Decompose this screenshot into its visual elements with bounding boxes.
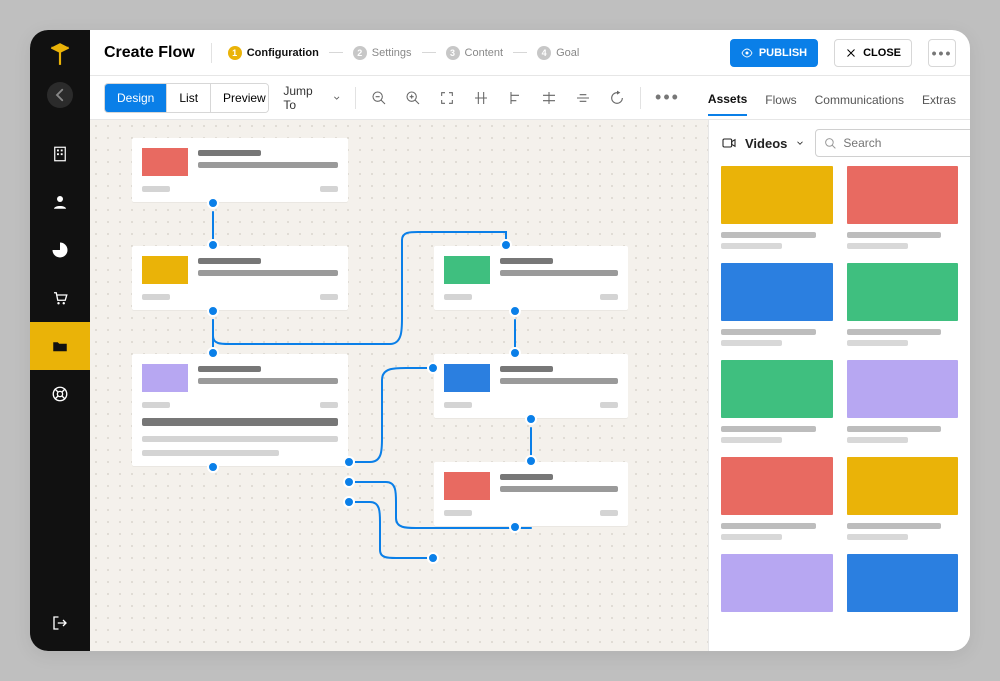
assets-panel: Videos (708, 120, 970, 651)
node-port[interactable] (427, 552, 439, 564)
align-vertical-icon[interactable] (540, 89, 558, 107)
node-port[interactable] (207, 239, 219, 251)
page-title: Create Flow (104, 44, 195, 62)
logout-button[interactable] (30, 595, 90, 651)
more-button[interactable]: ••• (928, 39, 956, 67)
sidebar-item-analytics[interactable] (30, 226, 90, 274)
node-port[interactable] (509, 521, 521, 533)
app-logo (30, 30, 90, 78)
align-center-icon[interactable] (574, 89, 592, 107)
node-thumbnail (142, 148, 188, 176)
tab-assets[interactable]: Assets (708, 92, 747, 116)
search-input[interactable] (843, 136, 970, 150)
asset-card[interactable] (721, 360, 833, 443)
left-sidebar (30, 30, 90, 651)
node-port[interactable] (343, 456, 355, 468)
step-settings[interactable]: 2Settings (353, 46, 412, 60)
collapse-sidebar-button[interactable] (47, 82, 73, 108)
node-thumbnail (142, 256, 188, 284)
node-thumbnail (142, 364, 188, 392)
undo-icon[interactable] (608, 89, 626, 107)
asset-card[interactable] (847, 263, 959, 346)
right-panel-tabs: Assets Flows Communications Extras (708, 92, 956, 104)
flow-node[interactable] (434, 354, 628, 418)
page-header: Create Flow 1Configuration 2Settings 3Co… (90, 30, 970, 76)
asset-card[interactable] (847, 360, 959, 443)
flow-node[interactable] (132, 354, 348, 466)
flow-node[interactable] (132, 246, 348, 310)
asset-card[interactable] (847, 554, 959, 620)
fullscreen-icon[interactable] (438, 89, 456, 107)
asset-card[interactable] (721, 457, 833, 540)
jump-to-dropdown[interactable]: Jump To (283, 84, 341, 112)
flow-node[interactable] (434, 462, 628, 526)
node-port[interactable] (509, 305, 521, 317)
sidebar-item-cart[interactable] (30, 274, 90, 322)
sidebar-item-folder[interactable] (30, 322, 90, 370)
tab-extras[interactable]: Extras (922, 93, 956, 115)
sidebar-item-user[interactable] (30, 178, 90, 226)
asset-type-dropdown[interactable]: Videos (721, 135, 805, 151)
video-icon (721, 135, 737, 151)
sidebar-item-company[interactable] (30, 130, 90, 178)
node-port[interactable] (207, 347, 219, 359)
stepper: 1Configuration 2Settings 3Content 4Goal (228, 46, 580, 60)
node-port[interactable] (207, 305, 219, 317)
node-port[interactable] (343, 476, 355, 488)
node-port[interactable] (509, 347, 521, 359)
publish-button[interactable]: PUBLISH (730, 39, 818, 67)
node-port[interactable] (525, 455, 537, 467)
node-port[interactable] (427, 362, 439, 374)
asset-card[interactable] (721, 263, 833, 346)
align-horizontal-icon[interactable] (472, 89, 490, 107)
search-icon (824, 137, 837, 150)
asset-card[interactable] (847, 457, 959, 540)
node-port[interactable] (343, 496, 355, 508)
asset-card[interactable] (721, 166, 833, 249)
node-thumbnail (444, 364, 490, 392)
node-port[interactable] (207, 197, 219, 209)
asset-card[interactable] (847, 166, 959, 249)
step-content[interactable]: 3Content (446, 46, 504, 60)
view-design-button[interactable]: Design (105, 84, 167, 112)
chevron-down-icon (795, 138, 805, 148)
view-preview-button[interactable]: Preview (211, 84, 269, 112)
flow-canvas[interactable] (90, 120, 708, 651)
step-configuration[interactable]: 1Configuration (228, 46, 319, 60)
zoom-out-icon[interactable] (370, 89, 388, 107)
step-goal[interactable]: 4Goal (537, 46, 579, 60)
align-left-icon[interactable] (506, 89, 524, 107)
tab-communications[interactable]: Communications (815, 93, 904, 115)
asset-card[interactable] (721, 554, 833, 620)
flow-node[interactable] (132, 138, 348, 202)
toolbar: Design List Preview Jump To ••• Assets (90, 76, 970, 120)
view-list-button[interactable]: List (167, 84, 211, 112)
node-thumbnail (444, 256, 490, 284)
view-switcher: Design List Preview (104, 83, 269, 113)
node-port[interactable] (525, 413, 537, 425)
node-thumbnail (444, 472, 490, 500)
sidebar-item-help[interactable] (30, 370, 90, 418)
node-port[interactable] (500, 239, 512, 251)
asset-search[interactable] (815, 129, 970, 157)
flow-node[interactable] (434, 246, 628, 310)
zoom-in-icon[interactable] (404, 89, 422, 107)
toolbar-more-button[interactable]: ••• (655, 87, 680, 108)
node-port[interactable] (207, 461, 219, 473)
tab-flows[interactable]: Flows (765, 93, 796, 115)
close-button[interactable]: CLOSE (834, 39, 912, 67)
